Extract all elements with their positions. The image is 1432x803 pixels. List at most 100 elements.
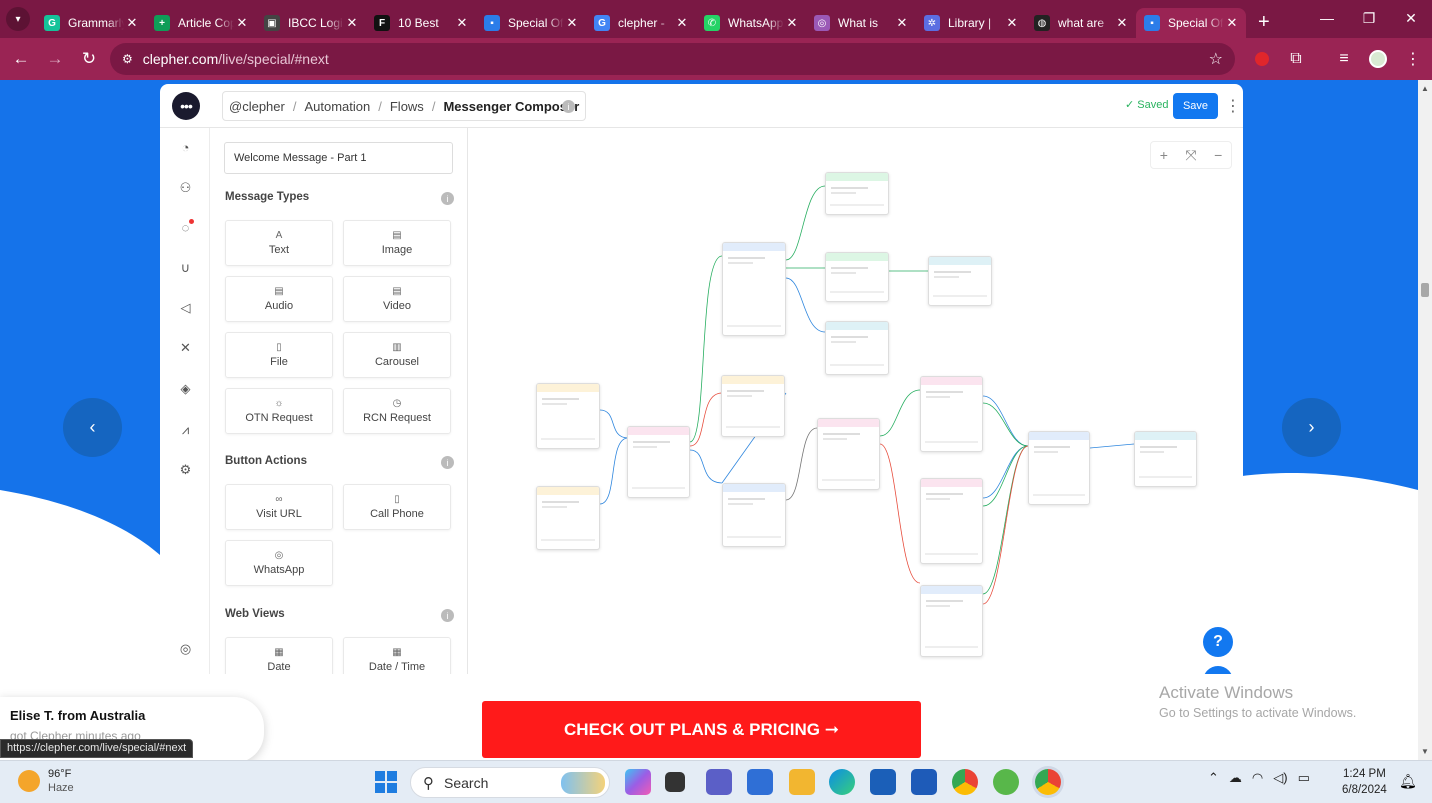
flow-node[interactable] <box>627 426 690 498</box>
broadcast-icon[interactable]: ◁ <box>177 299 194 316</box>
palette-tile[interactable]: ☼ OTN Request <box>225 388 333 434</box>
browser-tab[interactable]: ✆ WhatsApp ✕ <box>696 8 806 38</box>
palette-tile[interactable]: ◷ RCN Request <box>343 388 451 434</box>
browser-tab[interactable]: F 10 Best ✕ <box>366 8 476 38</box>
scroll-thumb[interactable] <box>1421 283 1429 297</box>
tab-close-icon[interactable]: ✕ <box>674 15 690 31</box>
battery-icon[interactable]: ▭ <box>1298 770 1310 786</box>
magnet-icon[interactable]: ∪ <box>177 259 194 276</box>
palette-tile[interactable]: ▥ Carousel <box>343 332 451 378</box>
flow-name-input[interactable]: Welcome Message - Part 1 <box>224 142 453 174</box>
zoom-out-icon[interactable]: − <box>1214 147 1222 163</box>
plans-pricing-button[interactable]: CHECK OUT PLANS & PRICING ➞ <box>482 701 921 758</box>
browser-tab[interactable]: + Article Copy✕ <box>146 8 256 38</box>
extensions-puzzle-icon[interactable]: ⧉ <box>1279 42 1313 76</box>
media-control-icon[interactable]: ≡ <box>1327 42 1361 76</box>
tab-close-icon[interactable]: ✕ <box>454 15 470 31</box>
subscribers-icon[interactable]: ⚇ <box>177 179 194 196</box>
zoom-in-icon[interactable]: + <box>1160 147 1168 163</box>
word-icon[interactable] <box>911 769 937 795</box>
chrome-icon[interactable] <box>952 769 978 795</box>
teams-icon[interactable] <box>706 769 732 795</box>
wifi-icon[interactable]: ◠ <box>1252 770 1263 786</box>
flow-node[interactable] <box>722 242 786 336</box>
flow-node[interactable] <box>825 321 889 375</box>
page-scrollbar[interactable]: ▲ ▼ <box>1418 80 1432 760</box>
flow-node[interactable] <box>825 172 889 215</box>
site-info-icon[interactable]: ⚙ <box>122 52 133 66</box>
flow-node[interactable] <box>825 252 889 302</box>
palette-tile[interactable]: ▯ Call Phone <box>343 484 451 530</box>
flow-node[interactable] <box>817 418 880 490</box>
flow-node[interactable] <box>928 256 992 306</box>
carousel-prev-button[interactable]: ‹ <box>63 398 122 457</box>
new-tab-button[interactable]: + <box>1258 11 1270 34</box>
browser-tab[interactable]: ◍ what are ✕ <box>1026 8 1136 38</box>
flow-node[interactable] <box>536 486 600 550</box>
breadcrumb-automation[interactable]: Automation <box>304 99 370 114</box>
palette-tile[interactable]: ◎ WhatsApp <box>225 540 333 586</box>
breadcrumb-flows[interactable]: Flows <box>390 99 424 114</box>
browser-tab[interactable]: ▣ IBCC Login ✕ <box>256 8 366 38</box>
browser-tab[interactable]: ✲ Library | ✕ <box>916 8 1026 38</box>
file-explorer-icon[interactable] <box>789 769 815 795</box>
close-window-icon[interactable]: ✕ <box>1390 0 1432 36</box>
palette-tile[interactable]: ▤ Audio <box>225 276 333 322</box>
info-icon[interactable]: i <box>562 100 575 113</box>
browser-tab[interactable]: G Grammarly ✕ <box>36 8 146 38</box>
breadcrumb-account[interactable]: @clepher <box>229 99 285 114</box>
palette-tile[interactable]: ▯ File <box>225 332 333 378</box>
volume-icon[interactable]: ◁) <box>1273 770 1287 786</box>
palette-tile[interactable]: ▦ Date / Time <box>343 637 451 674</box>
copilot-icon[interactable] <box>625 769 651 795</box>
store-icon[interactable] <box>870 769 896 795</box>
profile-avatar[interactable] <box>1361 42 1395 76</box>
start-button[interactable] <box>375 771 397 793</box>
save-button[interactable]: Save <box>1173 93 1218 119</box>
dashboard-icon[interactable]: ◔ <box>177 139 194 156</box>
browser-tab[interactable]: ◎ What is ✕ <box>806 8 916 38</box>
taskview-icon[interactable] <box>665 772 685 792</box>
tab-close-icon[interactable]: ✕ <box>344 15 360 31</box>
info-icon[interactable]: i <box>441 192 454 205</box>
flow-node[interactable] <box>920 376 983 452</box>
address-bar[interactable]: ⚙ clepher.com/live/special/#next ☆ <box>110 43 1235 75</box>
taskbar-search[interactable]: ⚲ Search <box>410 767 610 798</box>
chrome-active-icon[interactable] <box>1035 769 1061 795</box>
reload-icon[interactable]: ↻ <box>72 42 106 76</box>
flow-node[interactable] <box>1134 431 1197 487</box>
minimize-icon[interactable]: — <box>1306 0 1348 36</box>
tab-close-icon[interactable]: ✕ <box>1004 15 1020 31</box>
scroll-down-icon[interactable]: ▼ <box>1421 747 1429 756</box>
tools-icon[interactable]: ✕ <box>177 339 194 356</box>
palette-tile[interactable]: ▤ Image <box>343 220 451 266</box>
weather-widget[interactable]: 96°F Haze <box>18 767 74 795</box>
browser-tab[interactable]: ▪ Special Offer✕ <box>1136 8 1246 38</box>
onedrive-icon[interactable]: ☁ <box>1229 770 1242 786</box>
tab-close-icon[interactable]: ✕ <box>1224 15 1240 31</box>
notification-bell-icon[interactable]: 🔔︎ <box>1399 773 1417 790</box>
browser-tab[interactable]: Gclepher - ✕ <box>586 8 696 38</box>
flow-node[interactable] <box>920 585 983 657</box>
flow-node[interactable] <box>1028 431 1090 505</box>
tab-close-icon[interactable]: ✕ <box>234 15 250 31</box>
notepad-icon[interactable] <box>747 769 773 795</box>
tab-close-icon[interactable]: ✕ <box>784 15 800 31</box>
palette-tile[interactable]: ▤ Video <box>343 276 451 322</box>
chat-icon[interactable]: ◌ <box>177 219 194 236</box>
tab-close-icon[interactable]: ✕ <box>564 15 580 31</box>
restore-icon[interactable]: ❐ <box>1348 0 1390 36</box>
utorrent-icon[interactable] <box>993 769 1019 795</box>
palette-tile[interactable]: A Text <box>225 220 333 266</box>
bookmark-star-icon[interactable]: ☆ <box>1209 49 1223 69</box>
tray-chevron-icon[interactable]: ⌃ <box>1208 770 1219 786</box>
settings-icon[interactable]: ⚙ <box>177 461 194 478</box>
browser-tab[interactable]: ▪ Special Offer✕ <box>476 8 586 38</box>
forward-icon[interactable]: → <box>38 42 72 76</box>
analytics-icon[interactable]: ⩘ <box>177 421 194 438</box>
extension-red-icon[interactable] <box>1245 42 1279 76</box>
flow-node[interactable] <box>722 483 786 547</box>
palette-tile[interactable]: ▦ Date <box>225 637 333 674</box>
scroll-up-icon[interactable]: ▲ <box>1421 84 1429 93</box>
tab-search-button[interactable]: ▾ <box>6 7 30 31</box>
